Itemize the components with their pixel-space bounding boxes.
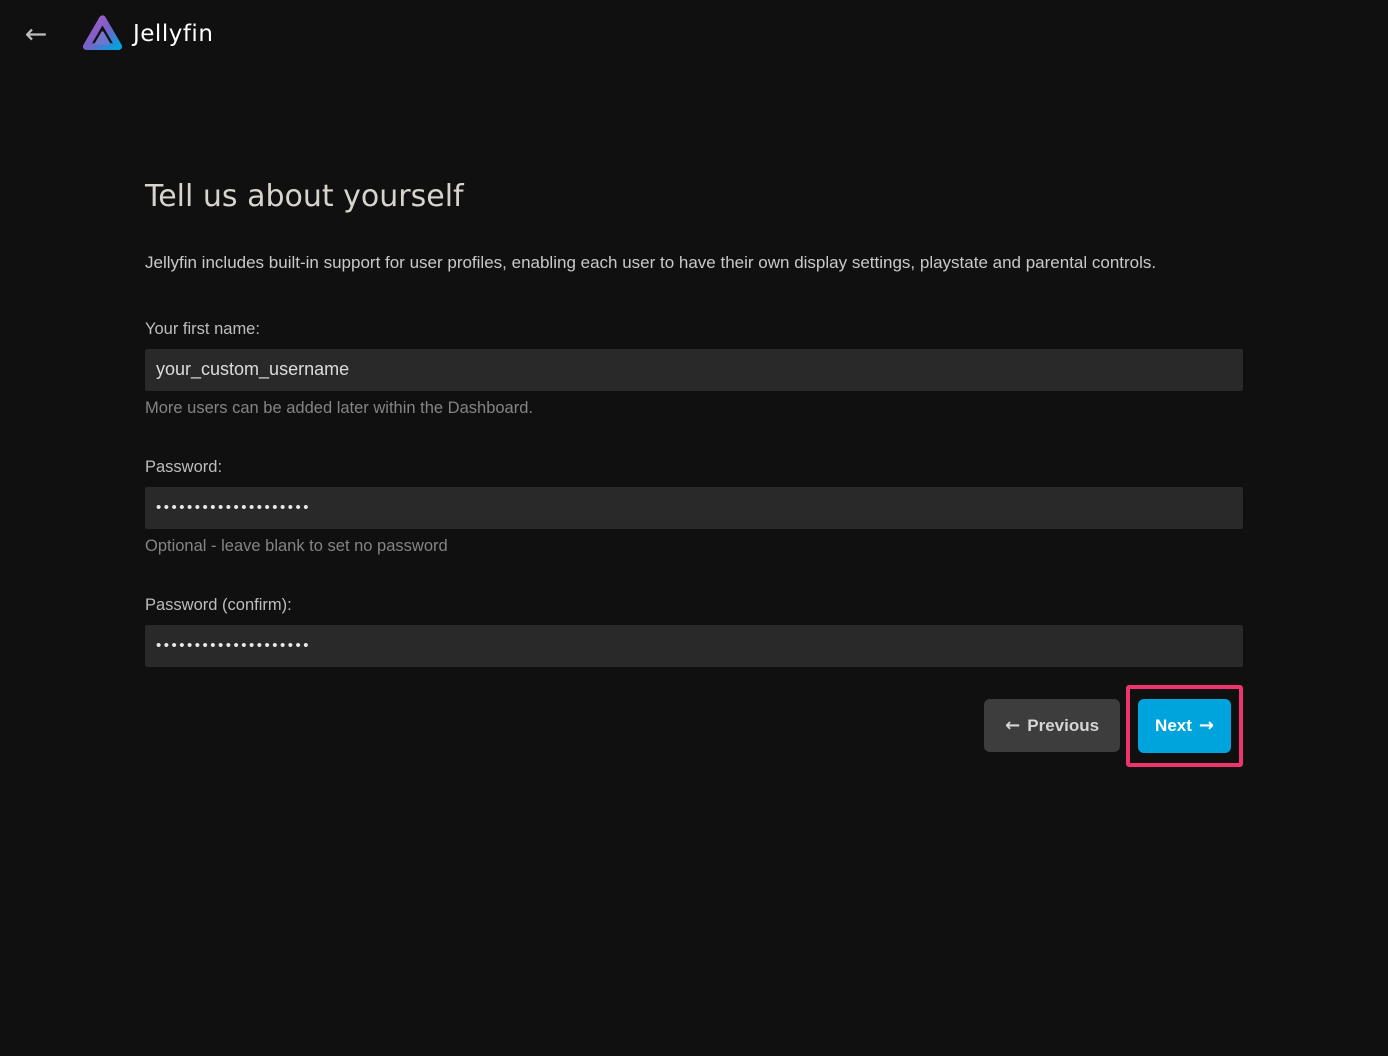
app-title: Jellyfin <box>133 21 213 47</box>
first-name-field-group: Your first name: More users can be added… <box>145 320 1243 418</box>
next-button-highlight-annotation: Next → <box>1126 685 1243 767</box>
wizard-navigation: ← Previous Next → <box>145 685 1243 767</box>
back-button[interactable]: ← <box>16 14 56 54</box>
first-name-input[interactable] <box>145 349 1243 391</box>
password-label: Password: <box>145 458 1243 477</box>
password-confirm-input[interactable] <box>145 625 1243 667</box>
password-input[interactable] <box>145 487 1243 529</box>
password-confirm-label: Password (confirm): <box>145 596 1243 615</box>
next-button[interactable]: Next → <box>1138 699 1231 753</box>
page-description: Jellyfin includes built-in support for u… <box>145 252 1243 274</box>
password-confirm-field-group: Password (confirm): <box>145 596 1243 667</box>
previous-button-label: Previous <box>1027 716 1099 736</box>
arrow-left-icon: ← <box>1005 715 1020 736</box>
app-header: ← Jellyfin <box>0 0 1388 68</box>
page-title: Tell us about yourself <box>145 180 1243 215</box>
previous-button[interactable]: ← Previous <box>984 699 1120 752</box>
setup-wizard-user-page: Tell us about yourself Jellyfin includes… <box>145 180 1243 767</box>
arrow-right-icon: → <box>1199 715 1214 736</box>
first-name-helper-text: More users can be added later within the… <box>145 399 1243 418</box>
password-helper-text: Optional - leave blank to set no passwor… <box>145 537 1243 556</box>
next-button-label: Next <box>1155 716 1192 736</box>
jellyfin-logo-icon <box>80 11 125 57</box>
password-field-group: Password: Optional - leave blank to set … <box>145 458 1243 556</box>
first-name-label: Your first name: <box>145 320 1243 339</box>
